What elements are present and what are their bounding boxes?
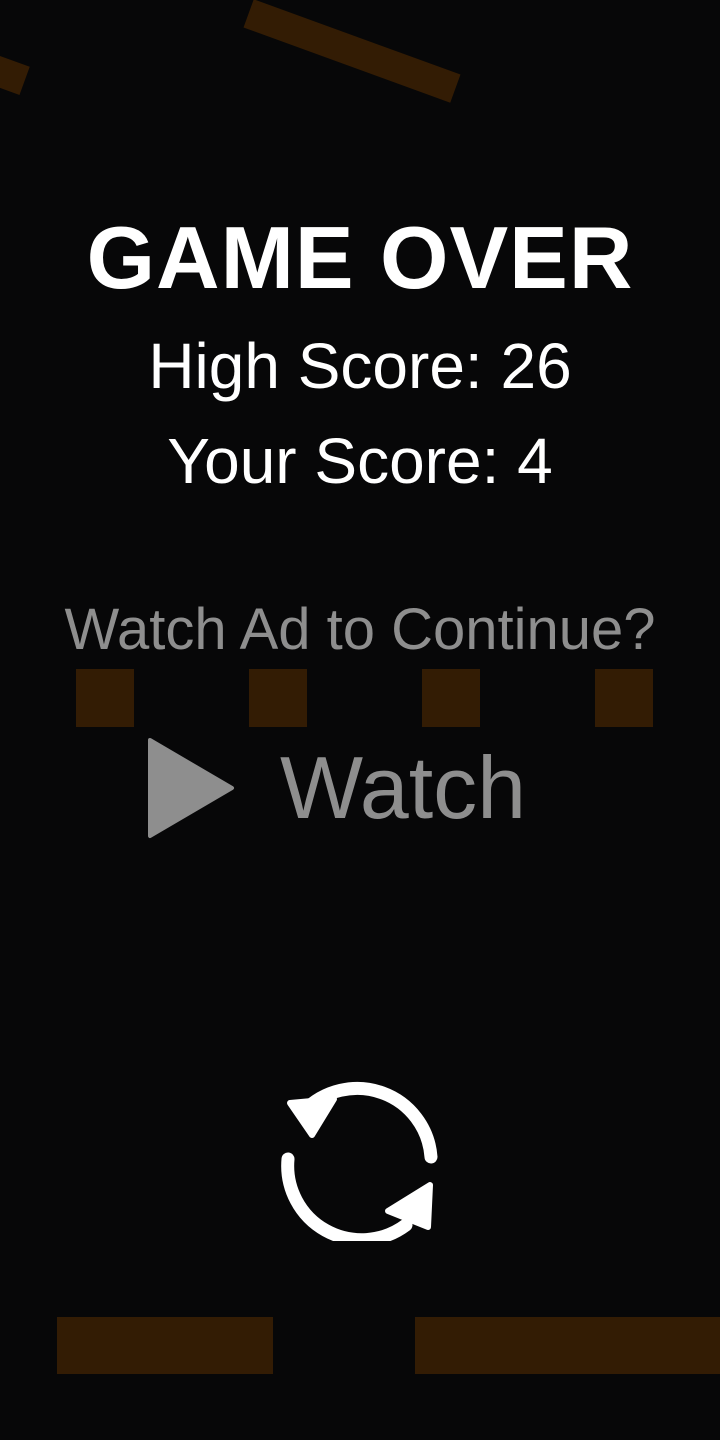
watch-button-label: Watch: [280, 738, 527, 837]
game-over-screen: GAME OVER High Score: 26 Your Score: 4 W…: [0, 0, 720, 1440]
game-over-title: GAME OVER: [86, 208, 634, 307]
play-icon: [148, 738, 234, 838]
restart-icon: [281, 1081, 438, 1241]
restart-button[interactable]: [276, 1075, 442, 1241]
floor-block-right: [415, 1317, 720, 1374]
watch-ad-prompt: Watch Ad to Continue?: [64, 597, 656, 662]
square-block-3: [422, 669, 480, 727]
square-block-1: [76, 669, 134, 727]
watch-ad-button[interactable]: Watch: [140, 730, 560, 846]
high-score-text: High Score: 26: [148, 330, 572, 402]
floor-block-left: [57, 1317, 273, 1374]
square-block-4: [595, 669, 653, 727]
square-block-2: [249, 669, 307, 727]
your-score-text: Your Score: 4: [167, 425, 553, 497]
tilted-block-top: [243, 0, 461, 103]
tilted-block-left: [0, 51, 30, 95]
